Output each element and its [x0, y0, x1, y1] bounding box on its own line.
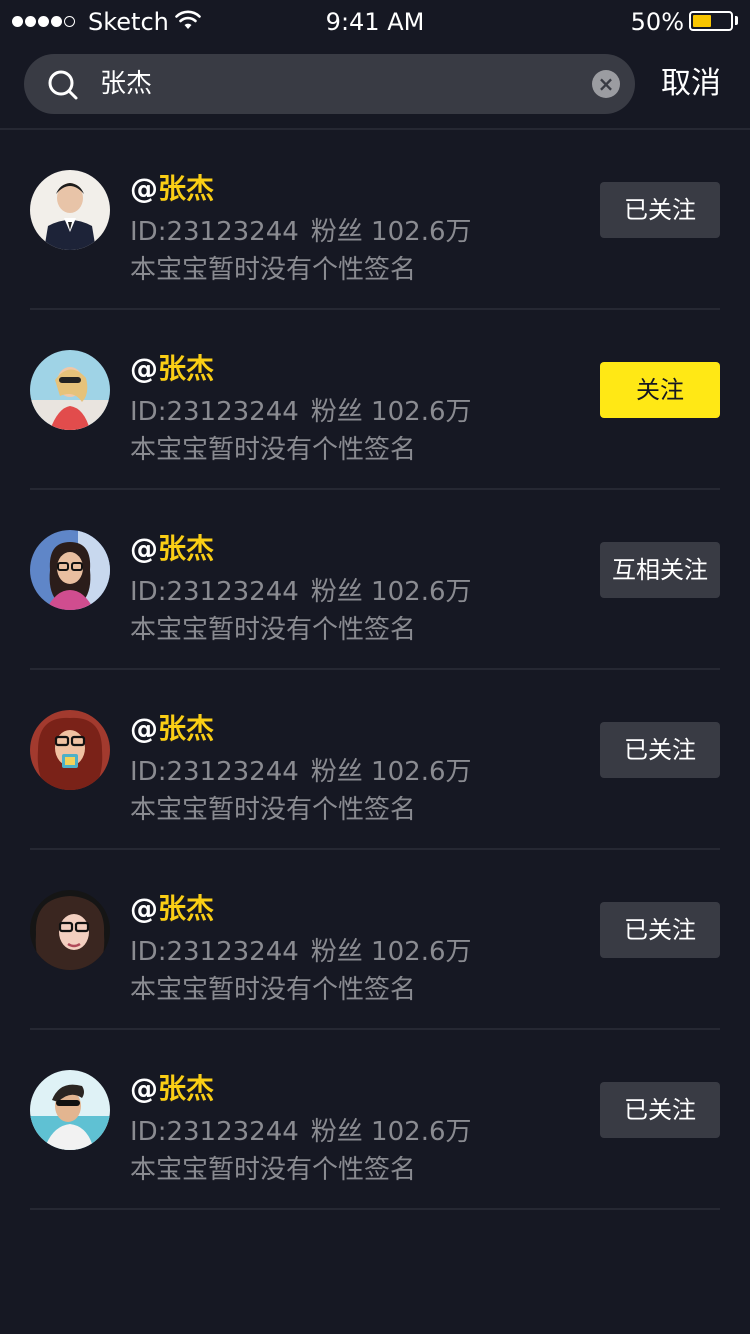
user-meta: ID:23123244 粉丝 102.6万 — [130, 216, 472, 248]
user-meta: ID:23123244 粉丝 102.6万 — [130, 396, 472, 428]
user-id: ID:23123244 — [130, 397, 299, 427]
follow-button[interactable]: 互相关注 — [600, 542, 720, 598]
fans-count: 粉丝 102.6万 — [310, 397, 472, 427]
user-result-list: @张杰 ID:23123244 粉丝 102.6万 本宝宝暂时没有个性签名 已关注… — [0, 130, 750, 1210]
user-id: ID:23123244 — [130, 1117, 299, 1147]
user-list-item[interactable]: @张杰 ID:23123244 粉丝 102.6万 本宝宝暂时没有个性签名 互相关… — [0, 490, 750, 670]
battery-level-fill — [693, 15, 711, 27]
user-list-item[interactable]: @张杰 ID:23123244 粉丝 102.6万 本宝宝暂时没有个性签名 关注 — [0, 310, 750, 490]
user-signature: 本宝宝暂时没有个性签名 — [130, 1155, 417, 1185]
follow-button[interactable]: 关注 — [600, 362, 720, 418]
avatar[interactable] — [30, 1070, 110, 1150]
avatar[interactable] — [30, 710, 110, 790]
search-icon — [48, 70, 78, 100]
user-signature: 本宝宝暂时没有个性签名 — [130, 435, 417, 465]
avatar[interactable] — [30, 530, 110, 610]
fans-count: 粉丝 102.6万 — [310, 577, 472, 607]
search-results-screen: Sketch 9:41 AM 50% 张杰 × 取消 @张杰 ID:231232… — [0, 0, 750, 1334]
user-signature: 本宝宝暂时没有个性签名 — [130, 975, 417, 1005]
user-signature: 本宝宝暂时没有个性签名 — [130, 795, 417, 825]
user-name: @张杰 — [130, 892, 215, 925]
battery-percentage: 50% — [630, 8, 684, 36]
user-signature: 本宝宝暂时没有个性签名 — [130, 255, 417, 285]
status-bar: Sketch 9:41 AM 50% — [0, 0, 750, 44]
avatar[interactable] — [30, 170, 110, 250]
fans-count: 粉丝 102.6万 — [310, 757, 472, 787]
user-id: ID:23123244 — [130, 937, 299, 967]
user-name: @张杰 — [130, 532, 215, 565]
user-id: ID:23123244 — [130, 217, 299, 247]
user-meta: ID:23123244 粉丝 102.6万 — [130, 936, 472, 968]
follow-button[interactable]: 已关注 — [600, 722, 720, 778]
clear-icon[interactable]: × — [592, 70, 620, 98]
user-name: @张杰 — [130, 352, 215, 385]
follow-button[interactable]: 已关注 — [600, 1082, 720, 1138]
user-list-item[interactable]: @张杰 ID:23123244 粉丝 102.6万 本宝宝暂时没有个性签名 已关注 — [0, 670, 750, 850]
user-signature: 本宝宝暂时没有个性签名 — [130, 615, 417, 645]
avatar[interactable] — [30, 350, 110, 430]
fans-count: 粉丝 102.6万 — [310, 1117, 472, 1147]
fans-count: 粉丝 102.6万 — [310, 217, 472, 247]
user-list-item[interactable]: @张杰 ID:23123244 粉丝 102.6万 本宝宝暂时没有个性签名 已关注 — [0, 850, 750, 1030]
user-meta: ID:23123244 粉丝 102.6万 — [130, 1116, 472, 1148]
user-name: @张杰 — [130, 172, 215, 205]
battery-icon — [689, 11, 733, 31]
fans-count: 粉丝 102.6万 — [310, 937, 472, 967]
user-name: @张杰 — [130, 1072, 215, 1105]
user-id: ID:23123244 — [130, 757, 299, 787]
search-input[interactable]: 张杰 — [100, 68, 152, 100]
user-meta: ID:23123244 粉丝 102.6万 — [130, 576, 472, 608]
user-id: ID:23123244 — [130, 577, 299, 607]
battery-tip — [735, 16, 738, 25]
user-list-item[interactable]: @张杰 ID:23123244 粉丝 102.6万 本宝宝暂时没有个性签名 已关注 — [0, 1030, 750, 1210]
cancel-button[interactable]: 取消 — [661, 65, 721, 103]
search-bar[interactable]: 张杰 × — [24, 54, 635, 114]
user-meta: ID:23123244 粉丝 102.6万 — [130, 756, 472, 788]
row-divider — [30, 1208, 720, 1210]
follow-button[interactable]: 已关注 — [600, 182, 720, 238]
user-list-item[interactable]: @张杰 ID:23123244 粉丝 102.6万 本宝宝暂时没有个性签名 已关注 — [0, 130, 750, 310]
avatar[interactable] — [30, 890, 110, 970]
user-name: @张杰 — [130, 712, 215, 745]
follow-button[interactable]: 已关注 — [600, 902, 720, 958]
